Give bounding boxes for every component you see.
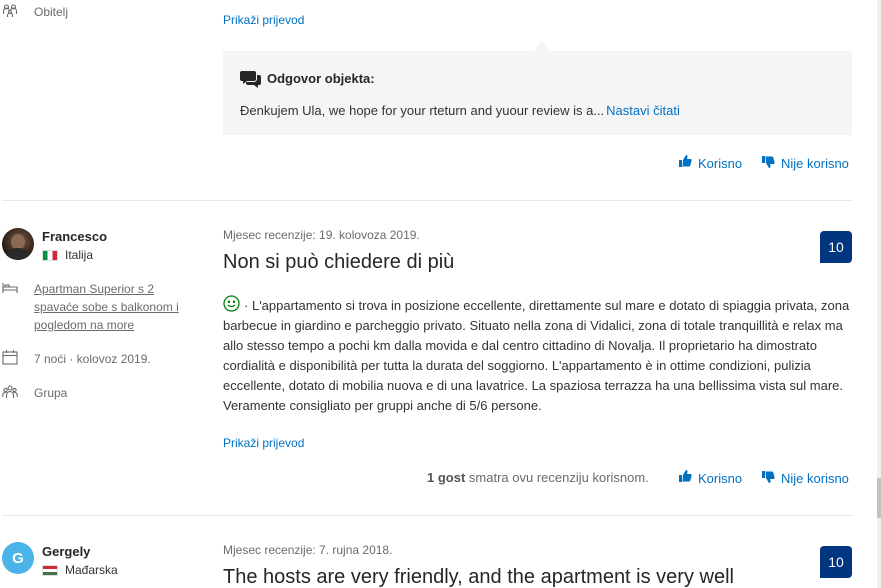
helpful-button[interactable]: Korisno <box>679 155 742 171</box>
thumbs-down-icon <box>762 470 775 486</box>
review-date: Mjesec recenzije: 7. rujna 2018. <box>223 543 393 557</box>
helpful-count-text: 1 gost smatra ovu recenziju korisnom. <box>427 470 649 485</box>
review-title: Non si può chiedere di più <box>223 251 455 273</box>
review-score: 10 <box>820 231 852 263</box>
room-type-link[interactable]: Apartman Superior s 2 spavaće sobe s bal… <box>34 280 184 334</box>
avatar: G <box>2 542 34 574</box>
group-icon <box>2 384 18 400</box>
review-body-text: L'appartamento si trova in posizione ecc… <box>223 298 850 413</box>
avatar <box>2 228 34 260</box>
traveller-type: Grupa <box>34 386 68 400</box>
helpful-label: Korisno <box>698 470 743 486</box>
continue-reading-link[interactable]: Nastavi čitati <box>606 103 680 118</box>
scrollbar-thumb[interactable] <box>877 478 881 518</box>
thumbs-down-icon <box>762 155 775 171</box>
reviewer-country: Italija <box>42 248 93 262</box>
not-helpful-label: Nije korisno <box>781 470 849 486</box>
response-heading: Odgovor objekta: <box>267 71 375 86</box>
response-text-row: Đenkujem Ula, we hope for your rteturn a… <box>240 103 680 118</box>
response-text: Đenkujem Ula, we hope for your rteturn a… <box>240 103 605 118</box>
translate-link[interactable]: Prikaži prijevod <box>223 13 304 27</box>
reviewer-name: Francesco <box>42 229 108 244</box>
stay-info: 7 noći · kolovoz 2019. <box>34 352 151 366</box>
review-title: The hosts are very friendly, and the apa… <box>223 566 734 588</box>
thumbs-up-icon <box>679 470 692 486</box>
response-pointer <box>534 41 550 51</box>
not-helpful-button[interactable]: Nije korisno <box>762 155 849 171</box>
country-label: Mađarska <box>65 563 118 577</box>
helpful-suffix: smatra ovu recenziju korisnom. <box>468 470 649 485</box>
not-helpful-button[interactable]: Nije korisno <box>762 470 849 486</box>
speech-bubbles-icon <box>240 70 262 93</box>
helpful-count: 1 gost <box>427 470 466 485</box>
review-body-prefix: · <box>244 298 249 313</box>
calendar-icon <box>2 349 18 365</box>
not-helpful-label: Nije korisno <box>781 155 849 171</box>
review-score: 10 <box>820 546 852 578</box>
review-divider <box>2 200 852 201</box>
country-label: Italija <box>65 248 94 262</box>
property-response: Odgovor objekta: Đenkujem Ula, we hope f… <box>223 51 852 135</box>
helpful-button[interactable]: Korisno <box>679 470 742 486</box>
family-icon <box>2 3 18 19</box>
review-divider <box>2 515 852 516</box>
italy-flag-icon <box>42 249 58 261</box>
helpful-label: Korisno <box>698 155 743 171</box>
bed-icon <box>2 280 18 296</box>
review-body: · L'appartamento si trova in posizione e… <box>223 296 853 416</box>
reviewer-name: Gergely <box>42 544 91 559</box>
review-date: Mjesec recenzije: 19. kolovoza 2019. <box>223 228 420 242</box>
hungary-flag-icon <box>42 564 58 576</box>
translate-link[interactable]: Prikaži prijevod <box>223 436 304 450</box>
thumbs-up-icon <box>679 155 692 171</box>
traveller-type: Obitelj <box>34 5 69 19</box>
reviewer-country: Mađarska <box>42 563 118 577</box>
